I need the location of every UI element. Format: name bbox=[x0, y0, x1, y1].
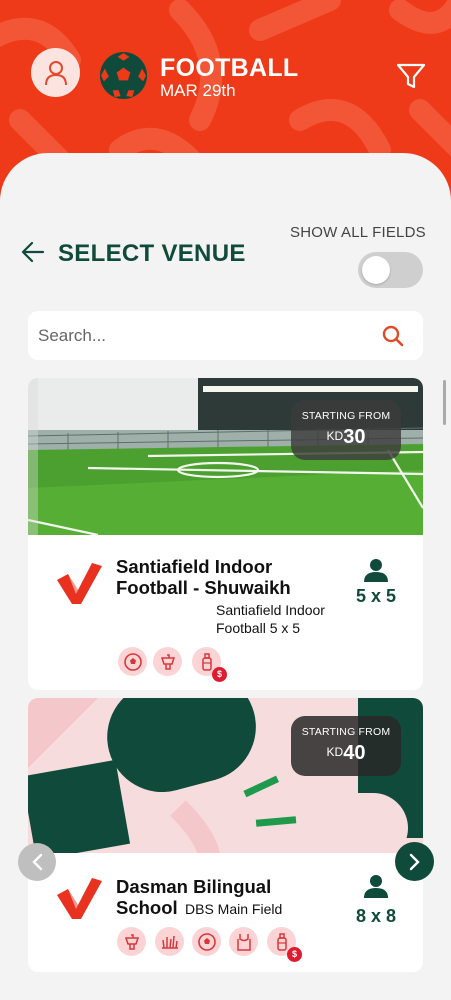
grass-icon bbox=[161, 935, 178, 949]
search-input[interactable] bbox=[38, 323, 368, 349]
bib-icon bbox=[236, 933, 251, 951]
price-value: 40 bbox=[343, 742, 366, 764]
paid-badge-icon: $ bbox=[287, 947, 302, 962]
amenity-grass bbox=[155, 927, 184, 956]
price-label: STARTING FROM bbox=[301, 726, 391, 738]
next-button[interactable] bbox=[395, 842, 434, 881]
price-badge: STARTING FROM KD30 bbox=[291, 400, 401, 460]
drink-icon bbox=[160, 653, 175, 670]
venue-logo bbox=[57, 563, 102, 604]
show-all-fields-label: SHOW ALL FIELDS bbox=[290, 224, 426, 241]
football-icon bbox=[197, 932, 216, 951]
price-currency: KD bbox=[326, 429, 344, 443]
toggle-knob bbox=[362, 256, 390, 284]
venue-card[interactable]: STARTING FROM KD30 Santiafield Indoor Fo… bbox=[28, 378, 423, 690]
players-count: 8 x 8 bbox=[355, 906, 397, 926]
price-currency: KD bbox=[326, 745, 344, 759]
sport-title: FOOTBALL bbox=[160, 54, 299, 82]
amenity-football bbox=[118, 647, 147, 676]
price-value: 30 bbox=[343, 426, 366, 448]
search-icon[interactable] bbox=[382, 325, 404, 347]
players-count: 5 x 5 bbox=[355, 586, 397, 606]
page-title: SELECT VENUE bbox=[58, 240, 246, 267]
chevron-left-icon bbox=[32, 853, 43, 871]
chevron-right-icon bbox=[409, 853, 420, 870]
field-name: DBS Main Field bbox=[185, 901, 283, 917]
venue-title: Santiafield Indoor Football - Shuwaikh bbox=[116, 556, 316, 598]
amenity-football bbox=[192, 927, 221, 956]
football-icon bbox=[123, 652, 142, 671]
price-label: STARTING FROM bbox=[301, 410, 391, 422]
venue-card[interactable]: STARTING FROM KD40 Dasman Bilingual Scho… bbox=[28, 698, 423, 972]
profile-button[interactable] bbox=[31, 48, 80, 97]
field-name: Santiafield Indoor Football 5 x 5 bbox=[216, 602, 325, 636]
price-badge: STARTING FROM KD40 bbox=[291, 716, 401, 776]
show-all-fields-toggle[interactable] bbox=[358, 252, 423, 288]
venue-logo bbox=[57, 878, 102, 919]
search-bar bbox=[28, 311, 423, 360]
venue-field: DBS Main Field bbox=[185, 900, 305, 918]
players-icon bbox=[364, 875, 388, 898]
amenity-bib bbox=[229, 927, 258, 956]
venue-field: Santiafield Indoor Football 5 x 5 bbox=[216, 601, 326, 637]
back-arrow-icon[interactable] bbox=[21, 241, 45, 263]
amenity-drink bbox=[153, 647, 182, 676]
drink-icon bbox=[124, 933, 139, 950]
filter-icon[interactable] bbox=[396, 62, 426, 90]
paid-badge-icon: $ bbox=[212, 667, 227, 682]
booking-date: MAR 29th bbox=[160, 81, 236, 100]
venue-name: Santiafield Indoor Football - Shuwaikh bbox=[116, 556, 291, 598]
football-icon bbox=[99, 51, 148, 100]
players-icon bbox=[364, 559, 388, 582]
amenity-bottle: $ bbox=[192, 647, 227, 682]
previous-button[interactable] bbox=[18, 843, 56, 881]
amenity-drink bbox=[117, 927, 146, 956]
scrollbar[interactable] bbox=[443, 380, 446, 425]
amenity-bottle: $ bbox=[267, 927, 302, 962]
user-icon bbox=[44, 60, 67, 85]
